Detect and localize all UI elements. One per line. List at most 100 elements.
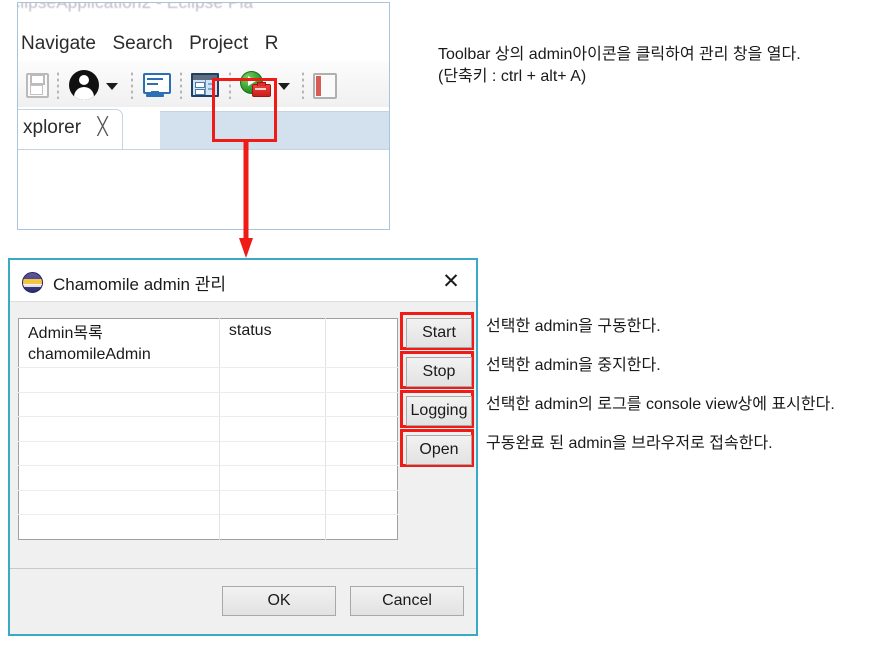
toolbar-separator [178, 71, 183, 99]
annotation-toolbar-line1: Toolbar 상의 admin아이콘을 클릭하여 관리 창을 열다. [438, 46, 801, 63]
clipped-icon-pane [313, 73, 338, 99]
stop-button[interactable]: Stop [406, 357, 472, 387]
save-icon[interactable] [22, 72, 49, 98]
close-icon[interactable]: ✕ [438, 269, 464, 293]
annotation-stop: 선택한 admin을 중지한다. [486, 357, 661, 374]
console-monitor-icon[interactable] [142, 72, 172, 98]
open-button[interactable]: Open [406, 435, 472, 465]
run-icon-toolbox-handle [255, 88, 267, 90]
table-row[interactable]: chamomileAdmin [18, 343, 398, 369]
cell-status [219, 367, 326, 393]
dropdown-arrow-icon[interactable] [106, 83, 119, 90]
annotation-open: 구동완료 된 admin을 브라우저로 접속한다. [486, 435, 773, 452]
cell-admin-name [18, 441, 220, 467]
table-row[interactable] [18, 441, 398, 467]
cell-admin-name [18, 392, 220, 418]
maximize-icon[interactable]: ╳ [98, 117, 108, 137]
chamomile-logo-icon [22, 272, 43, 293]
menu-item-search[interactable]: Search [112, 31, 184, 55]
admin-icon-divider [205, 80, 207, 95]
table-row[interactable] [18, 490, 398, 516]
cell-extra [325, 515, 397, 540]
monitor-icon-line [147, 78, 164, 80]
cell-status [219, 490, 326, 516]
dialog-content: Admin목록 status chamomileAdmin Start Stop… [10, 302, 476, 569]
eclipse-window-title: EclipseApplication2 - Eclipse Pla [18, 2, 389, 23]
table-row[interactable] [18, 392, 398, 418]
eclipse-menubar: Navigate Search Project R [18, 29, 389, 62]
cell-status [219, 465, 326, 491]
annotation-toolbar-instruction: Toolbar 상의 admin아이콘을 클릭하여 관리 창을 열다. (단축키… [438, 44, 801, 88]
toolbar-separator [300, 71, 305, 99]
tab-project-explorer-label: xplorer [23, 117, 82, 138]
admin-icon-row [195, 89, 206, 95]
run-dropdown-arrow-icon[interactable] [277, 83, 290, 90]
table-row[interactable] [18, 514, 398, 540]
table-header-row: Admin목록 status [18, 318, 398, 344]
dialog-titlebar: Chamomile admin 관리 ✕ [10, 260, 476, 302]
eclipse-editor-area [18, 149, 389, 229]
eclipse-toolbar [18, 61, 389, 108]
open-button-highlight-box: Open [400, 429, 474, 467]
column-header-admin-list: Admin목록 [18, 318, 220, 344]
admin-icon-row [195, 82, 206, 88]
table-row[interactable] [18, 465, 398, 491]
ok-button[interactable]: OK [222, 586, 336, 616]
cell-status [219, 514, 326, 540]
column-header-status: status [219, 318, 326, 344]
cell-admin-name [18, 514, 220, 540]
run-icon-toolbox [252, 82, 272, 97]
table-row[interactable] [18, 416, 398, 442]
annotation-logging: 선택한 admin의 로그를 console view상에 표시한다. [486, 396, 835, 413]
cell-extra [325, 367, 398, 393]
tab-row-filler [160, 111, 389, 150]
logging-button[interactable]: Logging [406, 396, 472, 426]
chamomile-admin-icon[interactable] [191, 73, 220, 97]
cell-extra [325, 465, 398, 491]
eclipse-tab-row: xplorer ╳ [18, 107, 389, 150]
stop-button-highlight-box: Stop [400, 351, 474, 389]
annotation-toolbar-line2: (단축키 : ctrl + alt+ A) [438, 68, 587, 85]
dialog-footer: OK Cancel [10, 569, 476, 634]
user-account-icon-head [78, 75, 89, 85]
chamomile-admin-dialog: Chamomile admin 관리 ✕ Admin목록 status cham… [8, 258, 478, 636]
cell-admin-name [18, 367, 220, 393]
cell-admin-name: chamomileAdmin [18, 343, 220, 369]
menu-item-project[interactable]: Project [189, 31, 260, 55]
cell-status [219, 343, 326, 369]
start-button-highlight-box: Start [400, 312, 474, 350]
save-icon-shutter [30, 74, 45, 85]
menu-item-navigate[interactable]: Navigate [18, 31, 108, 55]
admin-list-table[interactable]: Admin목록 status chamomileAdmin [18, 318, 398, 540]
monitor-icon-line [147, 83, 159, 85]
admin-icon-line [208, 83, 216, 85]
annotation-start: 선택한 admin을 구동한다. [486, 318, 661, 335]
run-icon[interactable] [240, 71, 272, 99]
cell-extra [325, 392, 398, 418]
admin-icon-line [208, 88, 216, 90]
cell-status [219, 441, 326, 467]
toolbar-separator [56, 71, 61, 99]
table-row[interactable] [18, 367, 398, 393]
cell-extra [325, 343, 398, 369]
eclipse-window-title-text: EclipseApplication2 - Eclipse Pla [18, 2, 254, 12]
callout-arrow-icon [239, 140, 253, 258]
cell-admin-name [18, 490, 220, 516]
cell-status [219, 392, 326, 418]
cell-extra [325, 441, 398, 467]
tab-project-explorer[interactable]: xplorer ╳ [18, 109, 123, 149]
dialog-title: Chamomile admin 관리 [53, 275, 226, 294]
start-button[interactable]: Start [406, 318, 472, 348]
menu-item-run[interactable]: R [265, 31, 291, 55]
cell-extra [325, 416, 398, 442]
toolbar-separator [227, 71, 232, 99]
cell-status [219, 416, 326, 442]
logging-button-highlight-box: Logging [400, 390, 474, 428]
cancel-button[interactable]: Cancel [350, 586, 464, 616]
save-icon-label [30, 85, 43, 95]
user-account-icon[interactable] [68, 70, 99, 100]
user-account-icon-body [73, 87, 94, 100]
clipped-icon[interactable] [313, 72, 338, 99]
column-header-extra [325, 319, 397, 344]
cell-admin-name [18, 465, 220, 491]
